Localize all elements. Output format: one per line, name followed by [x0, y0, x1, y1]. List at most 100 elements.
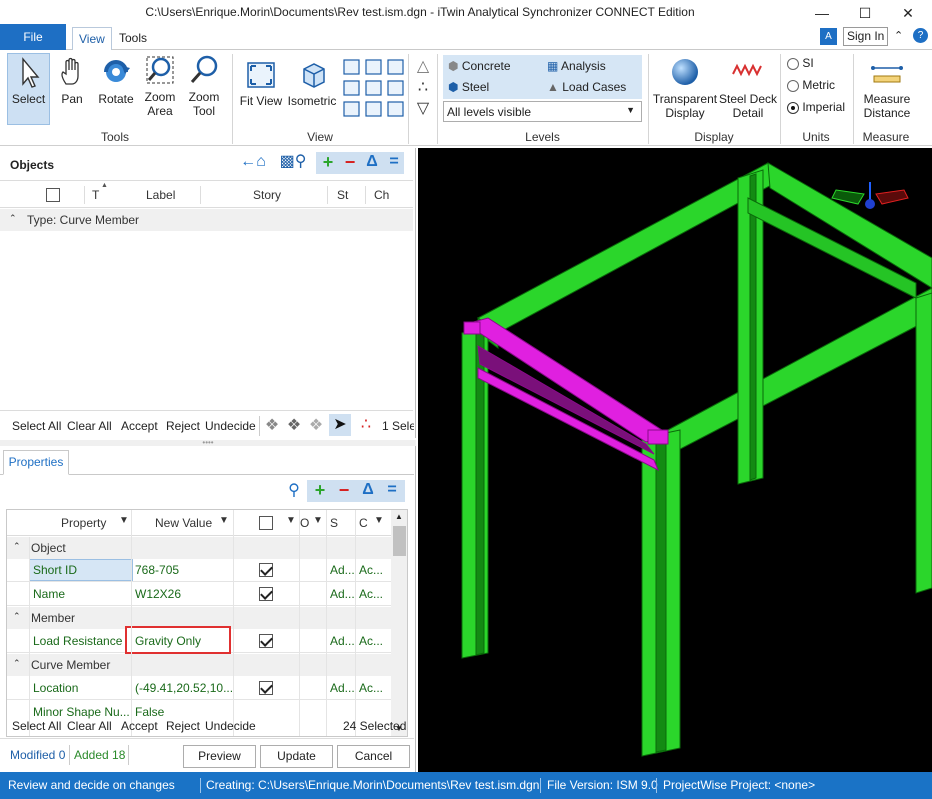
transparent-display-button[interactable]: Transparent Display	[652, 56, 718, 120]
concrete-toggle[interactable]: ⬢ Concrete	[446, 56, 542, 76]
3d-viewport[interactable]	[418, 148, 932, 772]
help-icon[interactable]: ?	[913, 28, 928, 43]
table-row[interactable]: Load Resistance Gravity Only Ad... Ac...	[7, 626, 391, 654]
preview-button[interactable]: Preview	[183, 745, 256, 768]
col-o[interactable]: O	[300, 516, 309, 530]
update-button[interactable]: Update	[260, 745, 333, 768]
col-type[interactable]: T	[92, 188, 99, 202]
view-prev-icon[interactable]	[342, 100, 359, 116]
objects-select-all[interactable]: Select All	[12, 419, 61, 433]
equals-icon[interactable]: =	[384, 153, 404, 171]
properties-group-row[interactable]: ⌃ Object	[7, 537, 391, 559]
fit-view-button[interactable]: Fit View	[238, 60, 284, 108]
col-property[interactable]: Property	[61, 516, 106, 530]
properties-clear-all[interactable]: Clear All	[67, 719, 112, 733]
table-row[interactable]: Short ID 768-705 Ad... Ac...	[7, 559, 391, 582]
zoom-tool-button[interactable]: Zoom Tool	[184, 54, 224, 118]
scroll-up-icon[interactable]: ▲	[395, 512, 403, 521]
view-left-icon[interactable]	[364, 79, 381, 95]
minimize-button[interactable]: —	[802, 2, 842, 24]
units-imperial-radio[interactable]: Imperial	[787, 100, 845, 118]
remove-icon[interactable]: −	[340, 153, 360, 171]
color-dots-icon[interactable]: ∴	[356, 416, 376, 434]
objects-select-all-checkbox[interactable]	[46, 188, 60, 202]
pan-button[interactable]: Pan	[53, 56, 91, 106]
find-icon[interactable]: ▩⚲	[276, 153, 310, 171]
add-icon[interactable]: +	[310, 481, 330, 499]
filter-icon[interactable]: ▼	[286, 515, 296, 526]
sign-in-button[interactable]: Sign In	[843, 27, 889, 46]
property-value[interactable]: 768-705	[135, 563, 255, 577]
col-st[interactable]: St	[337, 188, 348, 202]
properties-reject[interactable]: Reject	[166, 719, 200, 733]
select-all-diamonds-icon[interactable]: ❖	[262, 417, 282, 435]
view-next-icon[interactable]	[386, 100, 403, 116]
pointer-icon[interactable]: ➤	[330, 416, 350, 434]
rotate-button[interactable]: Rotate	[96, 56, 136, 106]
eraser-icon[interactable]: △	[413, 58, 433, 76]
property-value[interactable]: Gravity Only	[135, 634, 225, 648]
select-button[interactable]: Select	[7, 56, 50, 106]
zoom-area-button[interactable]: Zoom Area	[140, 54, 180, 118]
accept-checkbox[interactable]	[259, 587, 273, 601]
col-c[interactable]: C	[359, 516, 368, 530]
col-ch[interactable]: Ch	[374, 188, 389, 202]
properties-select-all-checkbox[interactable]	[259, 516, 273, 530]
col-label[interactable]: Label	[146, 188, 175, 202]
view-iso-icon[interactable]	[364, 100, 381, 116]
maximize-button[interactable]: ☐	[845, 2, 885, 24]
analysis-toggle[interactable]: ▦ Analysis	[545, 56, 641, 76]
steel-toggle[interactable]: ⬢ Steel	[446, 77, 542, 97]
clear-select-icon[interactable]: ❖	[306, 417, 326, 435]
col-story[interactable]: Story	[253, 188, 281, 202]
tab-tools[interactable]: Tools	[113, 27, 153, 50]
home-arrow-icon[interactable]: ←⌂	[236, 153, 270, 171]
remove-icon[interactable]: −	[334, 481, 354, 499]
objects-accept[interactable]: Accept	[121, 419, 158, 433]
cancel-button[interactable]: Cancel	[337, 745, 410, 768]
properties-undecide[interactable]: Undecide	[205, 719, 256, 733]
filter-icon[interactable]: ▼	[119, 515, 129, 526]
search-icon[interactable]: ⚲	[284, 482, 304, 500]
clip-icon[interactable]: ▽	[413, 100, 433, 118]
accept-checkbox[interactable]	[259, 634, 273, 648]
filter-icon[interactable]: ▼	[313, 515, 323, 526]
delta-icon[interactable]: Δ	[358, 481, 378, 499]
equals-icon[interactable]: =	[382, 481, 402, 499]
units-si-radio[interactable]: SI	[787, 56, 814, 74]
isometric-button[interactable]: Isometric	[287, 60, 337, 108]
table-row[interactable]: Name W12X26 Ad... Ac...	[7, 583, 391, 606]
collapse-ribbon-icon[interactable]: ⌃	[894, 29, 903, 42]
units-metric-radio[interactable]: Metric	[787, 78, 835, 96]
properties-scrollbar[interactable]: ▲ ▼	[391, 510, 407, 736]
objects-undecide[interactable]: Undecide	[205, 419, 256, 433]
objects-clear-all[interactable]: Clear All	[67, 419, 112, 433]
col-s[interactable]: S	[330, 516, 338, 530]
objects-group-row[interactable]: ⌃ Type: Curve Member	[0, 209, 413, 231]
filter-icon[interactable]: ▼	[374, 515, 384, 526]
properties-accept[interactable]: Accept	[121, 719, 158, 733]
view-back-icon[interactable]	[342, 79, 359, 95]
view-top-icon[interactable]	[342, 58, 359, 74]
view-bottom-icon[interactable]	[364, 58, 381, 74]
measure-distance-button[interactable]: Measure Distance	[858, 58, 916, 120]
properties-select-all[interactable]: Select All	[12, 719, 61, 733]
property-value[interactable]: W12X26	[135, 587, 255, 601]
property-value[interactable]: (-49.41,20.52,10...	[135, 681, 255, 695]
view-right-icon[interactable]	[386, 79, 403, 95]
levels-dropdown[interactable]: All levels visible ▼	[443, 101, 642, 122]
properties-group-row[interactable]: ⌃ Curve Member	[7, 654, 391, 676]
tab-properties[interactable]: Properties	[3, 450, 69, 475]
table-row[interactable]: Location (-49.41,20.52,10... Ad... Ac...	[7, 677, 391, 700]
close-button[interactable]: ✕	[888, 2, 928, 24]
property-value[interactable]: False	[135, 705, 255, 719]
tab-view[interactable]: View	[72, 27, 112, 50]
file-menu[interactable]: File	[0, 24, 66, 50]
load-cases-toggle[interactable]: ▲ Load Cases	[545, 77, 641, 97]
filter-icon[interactable]: ▼	[219, 515, 229, 526]
add-icon[interactable]: +	[318, 153, 338, 171]
scrollbar-thumb[interactable]	[393, 526, 406, 556]
col-new-value[interactable]: New Value	[155, 516, 212, 530]
objects-reject[interactable]: Reject	[166, 419, 200, 433]
accept-checkbox[interactable]	[259, 681, 273, 695]
